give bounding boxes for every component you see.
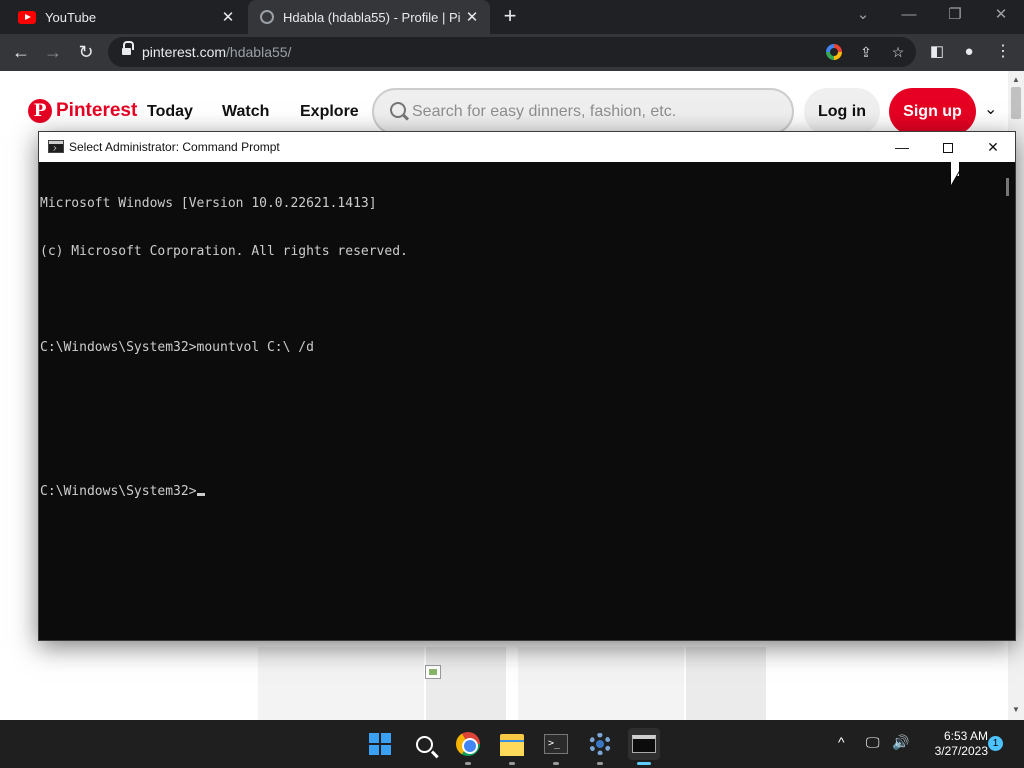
url-host: pinterest.com — [142, 44, 227, 60]
tab-youtube[interactable]: YouTube ✕ — [0, 0, 246, 34]
globe-icon — [260, 10, 274, 24]
search-icon — [390, 102, 406, 118]
login-button[interactable]: Log in — [804, 88, 880, 135]
running-indicator — [553, 762, 559, 765]
board-card[interactable] — [518, 647, 684, 720]
clock-time: 6:53 AM — [943, 729, 988, 743]
command-prompt-app[interactable] — [628, 728, 660, 765]
volume-icon[interactable]: 🔊 — [892, 734, 909, 751]
start-button[interactable] — [364, 728, 396, 760]
side-panel-icon[interactable]: ◧ — [924, 39, 950, 65]
console-prompt-line[interactable]: C:\Windows\System32> — [40, 484, 998, 500]
board-card[interactable] — [426, 647, 506, 720]
console-line: C:\Windows\System32>mountvol C:\ /d — [40, 340, 314, 355]
broken-image-icon — [425, 665, 441, 679]
close-window-button[interactable]: ✕ — [986, 4, 1016, 28]
mouse-pointer-icon — [951, 171, 959, 185]
file-explorer-app[interactable] — [496, 728, 528, 765]
pinterest-search[interactable] — [372, 88, 794, 135]
cmd-app-icon — [48, 140, 64, 153]
url-text: pinterest.com/hdabla55/ — [142, 44, 291, 60]
signup-button[interactable]: Sign up — [889, 88, 976, 135]
search-button[interactable] — [408, 728, 440, 760]
url-path: /hdabla55/ — [226, 44, 292, 60]
cmd-minimize-button[interactable]: — — [879, 132, 925, 162]
command-prompt-icon — [632, 735, 656, 753]
nav-watch[interactable]: Watch — [222, 103, 269, 121]
taskbar: >_ ^ 🖵 🔊 6:53 AM 3/27/2023 1 — [0, 720, 1024, 768]
running-indicator — [597, 762, 603, 765]
star-icon[interactable]: ☆ — [888, 42, 908, 62]
board-card[interactable] — [686, 647, 766, 720]
running-indicator — [509, 762, 515, 765]
cmd-console-output[interactable]: Microsoft Windows [Version 10.0.22621.14… — [39, 162, 999, 640]
chrome-app[interactable] — [452, 728, 484, 765]
scroll-up-icon[interactable]: ▲ — [1012, 75, 1020, 84]
google-icon[interactable] — [826, 44, 842, 60]
tab-pinterest-profile[interactable]: Hdabla (hdabla55) - Profile | Pinterest … — [248, 0, 490, 34]
notification-badge[interactable]: 1 — [988, 736, 1003, 751]
tab-title: YouTube — [45, 9, 97, 25]
cmd-close-button[interactable]: ✕ — [970, 132, 1016, 162]
cmd-scrollbar[interactable] — [1000, 162, 1015, 640]
pinterest-logo[interactable]: P Pinterest — [28, 99, 137, 123]
share-icon[interactable]: ⇪ — [856, 42, 876, 62]
tab-title: Hdabla (hdabla55) - Profile | Pinterest — [283, 9, 460, 25]
pinterest-logo-icon: P — [28, 99, 52, 123]
running-indicator — [465, 762, 471, 765]
lock-icon[interactable] — [122, 41, 134, 57]
console-prompt: C:\Windows\System32> — [40, 484, 197, 499]
folder-icon — [500, 734, 524, 756]
browser-tab-strip: YouTube ✕ Hdabla (hdabla55) - Profile | … — [0, 0, 1024, 34]
back-button[interactable]: ← — [8, 39, 34, 65]
tray-overflow-chevron-icon[interactable]: ^ — [838, 734, 845, 750]
forward-button[interactable]: → — [40, 39, 66, 65]
scrollbar-thumb[interactable] — [1011, 87, 1021, 119]
terminal-icon: >_ — [544, 734, 568, 754]
restore-window-button[interactable]: ❐ — [940, 4, 970, 28]
chrome-icon — [456, 732, 480, 756]
windows-logo-icon — [369, 733, 391, 755]
youtube-icon — [18, 10, 36, 24]
cmd-scrollbar-thumb[interactable] — [1006, 178, 1009, 196]
cmd-maximize-button[interactable] — [925, 132, 971, 162]
clock-date: 3/27/2023 — [934, 744, 988, 758]
command-prompt-window[interactable]: Select Administrator: Command Prompt — ✕… — [38, 131, 1016, 641]
search-input[interactable] — [412, 101, 772, 123]
pinterest-wordmark: Pinterest — [56, 100, 138, 121]
address-bar[interactable]: pinterest.com/hdabla55/ ⇪ ☆ — [108, 37, 916, 67]
profile-icon[interactable]: ● — [956, 39, 982, 65]
chevron-down-icon[interactable]: ⌄ — [984, 99, 997, 119]
settings-app[interactable] — [584, 728, 616, 765]
browser-toolbar: ← → ↻ pinterest.com/hdabla55/ ⇪ ☆ ◧ ● ⋮ — [0, 34, 1024, 71]
cmd-title-bar[interactable]: Select Administrator: Command Prompt — ✕ — [39, 132, 1015, 162]
gear-icon — [589, 733, 611, 755]
new-tab-button[interactable]: + — [498, 5, 522, 29]
terminal-app[interactable]: >_ — [540, 728, 572, 765]
network-icon[interactable]: 🖵 — [866, 734, 880, 751]
board-card[interactable] — [258, 647, 424, 720]
reload-button[interactable]: ↻ — [73, 39, 99, 65]
tab-search-icon[interactable]: ⌄ — [848, 4, 878, 28]
search-icon — [415, 735, 433, 753]
console-line: (c) Microsoft Corporation. All rights re… — [40, 244, 408, 259]
tab-close-icon[interactable]: ✕ — [460, 8, 484, 26]
minimize-window-button[interactable]: — — [894, 4, 924, 28]
console-line: Microsoft Windows [Version 10.0.22621.14… — [40, 196, 377, 211]
system-clock[interactable]: 6:53 AM 3/27/2023 — [918, 729, 988, 759]
nav-explore[interactable]: Explore — [300, 103, 359, 121]
menu-icon[interactable]: ⋮ — [990, 39, 1016, 65]
maximize-icon — [943, 143, 953, 154]
running-indicator — [637, 762, 651, 765]
text-cursor — [196, 493, 205, 496]
tab-close-icon[interactable]: ✕ — [216, 8, 240, 26]
scroll-down-icon[interactable]: ▼ — [1012, 705, 1020, 714]
cmd-window-title: Select Administrator: Command Prompt — [69, 140, 280, 154]
nav-today[interactable]: Today — [147, 103, 193, 121]
